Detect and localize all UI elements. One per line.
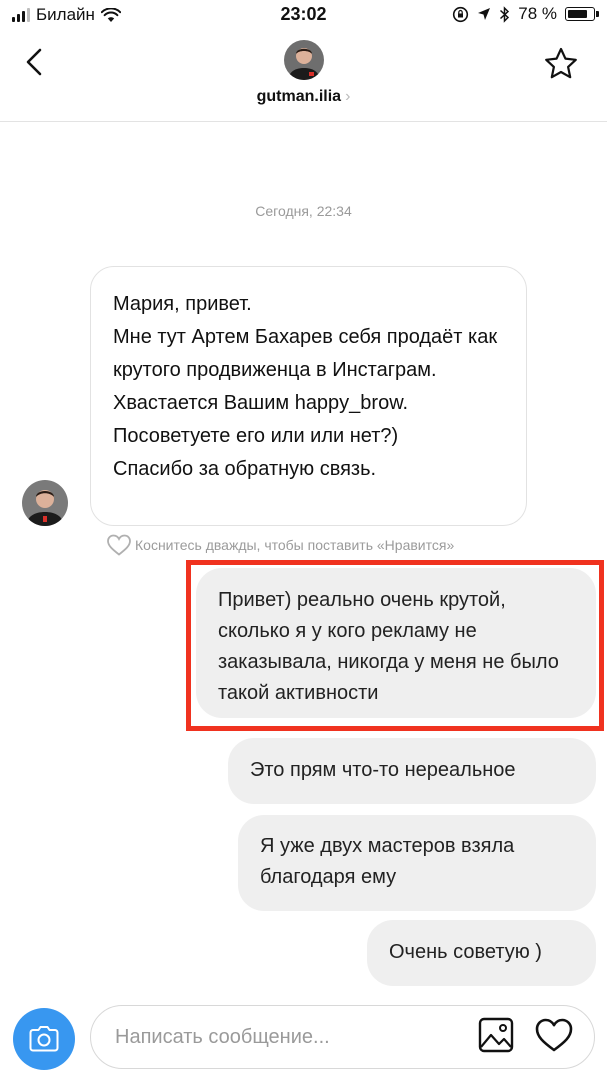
message-input-container[interactable] [90, 1005, 595, 1069]
outgoing-message[interactable]: Это прям что-то нереальное [228, 738, 596, 804]
sender-avatar[interactable] [22, 480, 68, 526]
back-arrow-icon[interactable] [20, 46, 52, 78]
chevron-right-icon: › [345, 88, 351, 105]
like-hint-text: Коснитесь дважды, чтобы поставить «Нрави… [135, 537, 455, 553]
message-composer [0, 996, 607, 1080]
message-line: Спасибо за обратную связь. [113, 458, 377, 480]
like-hint: Коснитесь дважды, чтобы поставить «Нрави… [106, 533, 454, 557]
username-title[interactable]: gutman.ilia › [0, 88, 607, 106]
heart-outline-icon [107, 534, 131, 556]
outgoing-message[interactable]: Я уже двух мастеров взяла благодаря ему [238, 815, 596, 911]
battery-icon [565, 7, 599, 21]
outgoing-message[interactable]: Привет) реально очень крутой, сколько я … [196, 568, 596, 718]
chat-timestamp: Сегодня, 22:34 [255, 203, 352, 219]
star-icon[interactable] [543, 46, 579, 82]
avatar[interactable] [284, 40, 324, 80]
status-bar: Билайн 23:02 78 % [0, 0, 607, 32]
rotation-lock-icon [453, 6, 469, 22]
camera-button[interactable] [13, 1008, 75, 1070]
location-icon [478, 8, 491, 20]
outgoing-message[interactable]: Очень советую ) [367, 920, 596, 986]
message-line: Мне тут Артем Бахарев себя продаёт как к… [113, 326, 498, 414]
battery-percent: 78 % [518, 4, 557, 23]
message-line: Посоветуете его или или нет?) [113, 425, 399, 447]
heart-icon[interactable] [534, 1016, 574, 1054]
message-input[interactable] [115, 1018, 455, 1056]
gallery-icon[interactable] [478, 1017, 514, 1053]
message-line: Мария, привет. [113, 293, 252, 315]
incoming-message[interactable]: Мария, привет. Мне тут Артем Бахарев себ… [90, 266, 527, 526]
chat-header: gutman.ilia › [0, 32, 607, 122]
username: gutman.ilia [256, 88, 342, 105]
camera-icon [29, 1026, 59, 1052]
bluetooth-icon [500, 5, 510, 23]
status-right: 78 % [452, 4, 599, 24]
